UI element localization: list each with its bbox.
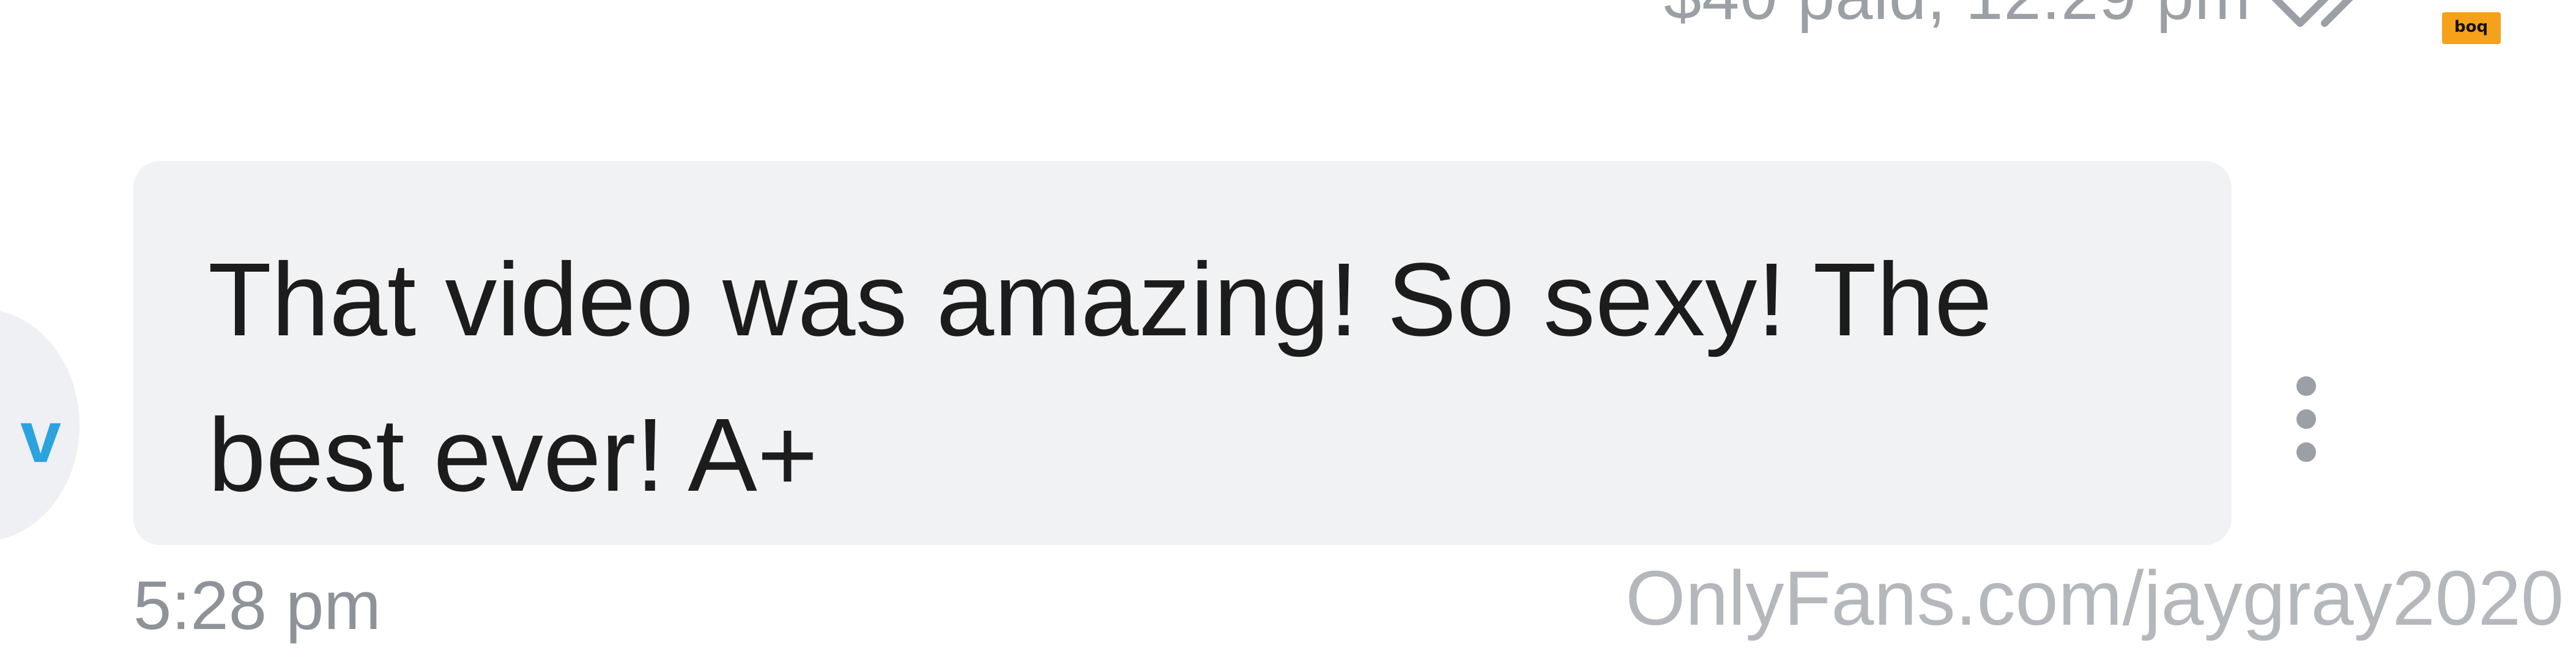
more-vertical-icon-dot (2296, 409, 2316, 429)
reaction-badge: boq (2442, 12, 2501, 44)
message-bubble[interactable]: That video was amazing! So sexy! The bes… (133, 161, 2232, 545)
double-check-icon (2271, 0, 2353, 27)
previous-message-status: $40 paid, 12:29 pm (1664, 0, 2397, 35)
more-options-button[interactable] (2285, 376, 2328, 462)
message-timestamp: 5:28 pm (133, 567, 381, 644)
previous-message-status-text: $40 paid, 12:29 pm (1664, 0, 2251, 35)
reaction-badge-label: boq (2454, 19, 2489, 37)
more-vertical-icon (2296, 376, 2316, 396)
message-text: That video was amazing! So sexy! The bes… (208, 242, 1992, 513)
avatar[interactable]: v (0, 309, 80, 542)
avatar-icon: v (20, 396, 61, 478)
watermark: OnlyFans.com/jaygray2020 (1625, 555, 2564, 641)
more-vertical-icon-dot (2296, 442, 2316, 462)
